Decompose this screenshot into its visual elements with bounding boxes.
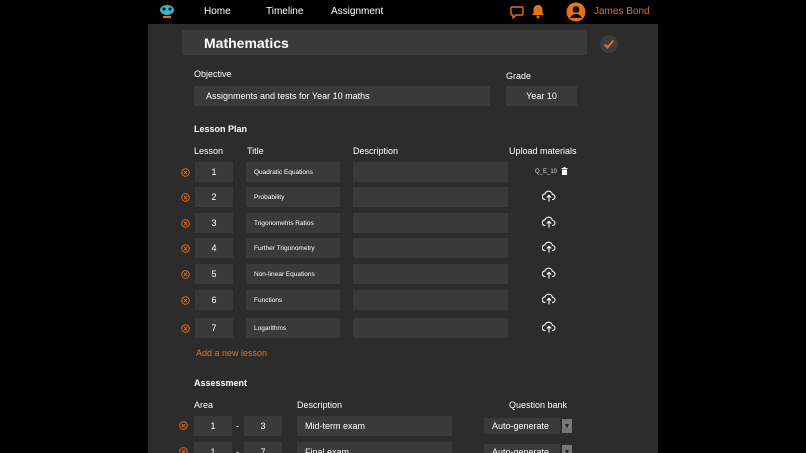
area-to-input[interactable]: 7 <box>244 442 282 453</box>
course-editor-panel: Mathematics Objective Assignments and te… <box>148 24 658 453</box>
upload-icon[interactable] <box>542 190 556 202</box>
remove-lesson-icon[interactable] <box>181 296 190 305</box>
remove-lesson-icon[interactable] <box>181 193 190 202</box>
remove-lesson-icon[interactable] <box>181 324 190 333</box>
lesson-number-input[interactable]: 3 <box>195 213 233 233</box>
remove-lesson-icon[interactable] <box>181 244 190 253</box>
lesson-number-input[interactable]: 6 <box>195 290 233 310</box>
objective-input[interactable]: Assignments and tests for Year 10 maths <box>194 86 490 106</box>
area-from-input[interactable]: 1 <box>194 416 232 436</box>
lesson-description-input[interactable] <box>353 238 508 258</box>
right-margin <box>658 0 806 453</box>
trash-icon[interactable] <box>561 167 568 175</box>
user-name[interactable]: James Bond <box>594 6 650 17</box>
question-bank-select[interactable]: Auto-generate <box>484 418 560 434</box>
col-area: Area <box>194 400 214 410</box>
lesson-description-input[interactable] <box>353 213 508 233</box>
upload-icon[interactable] <box>542 241 556 253</box>
lesson-description-input[interactable] <box>353 162 508 182</box>
top-nav: Home Timeline Assignment James Bond <box>148 0 658 24</box>
lesson-number-input[interactable]: 2 <box>195 187 233 207</box>
col-assessment-description: Description <box>297 400 343 410</box>
lesson-title-input[interactable]: Non-linear Equations <box>246 264 340 284</box>
area-from-input[interactable]: 1 <box>194 442 232 453</box>
area-range-dash: - <box>236 447 239 453</box>
area-to-input[interactable]: 3 <box>244 416 282 436</box>
col-title: Title <box>247 146 264 156</box>
lesson-title-input[interactable]: Logarithms <box>246 318 340 338</box>
avatar-icon[interactable] <box>566 2 586 22</box>
nav-timeline[interactable]: Timeline <box>266 6 303 17</box>
add-lesson-link[interactable]: Add a new lesson <box>196 348 267 358</box>
bell-icon[interactable] <box>531 4 545 19</box>
lesson-number-input[interactable]: 5 <box>195 264 233 284</box>
upload-icon[interactable] <box>542 293 556 305</box>
course-title: Mathematics <box>204 35 289 51</box>
lesson-number-input[interactable]: 4 <box>195 238 233 258</box>
nav-assignment[interactable]: Assignment <box>331 6 383 17</box>
logo-icon[interactable] <box>158 3 176 21</box>
upload-icon[interactable] <box>542 321 556 333</box>
lesson-number-input[interactable]: 7 <box>195 318 233 338</box>
uploaded-file-name[interactable]: Q_E_10 <box>535 169 557 175</box>
col-description: Description <box>353 146 399 156</box>
remove-lesson-icon[interactable] <box>181 219 190 228</box>
lesson-title-input[interactable]: Quadratic Equations <box>246 162 340 182</box>
lesson-plan-heading: Lesson Plan <box>194 124 248 134</box>
left-margin <box>0 24 148 453</box>
question-bank-select[interactable]: Auto-generate <box>484 444 560 453</box>
lesson-number-input[interactable]: 1 <box>195 162 233 182</box>
dropdown-arrow-icon[interactable]: ▼ <box>562 419 572 433</box>
assessment-description-input[interactable]: Mid-term exam <box>297 416 452 436</box>
save-button[interactable] <box>600 35 618 53</box>
nav-home[interactable]: Home <box>204 6 231 17</box>
col-upload: Upload materials <box>509 146 577 156</box>
lesson-title-input[interactable]: Trigonometris Ratios <box>246 213 340 233</box>
grade-input[interactable]: Year 10 <box>506 86 577 106</box>
lesson-description-input[interactable] <box>353 187 508 207</box>
remove-lesson-icon[interactable] <box>181 270 190 279</box>
col-question-bank: Question bank <box>509 400 568 410</box>
check-icon <box>603 39 615 49</box>
upload-icon[interactable] <box>542 216 556 228</box>
area-range-dash: - <box>236 421 239 431</box>
lesson-description-input[interactable] <box>353 318 508 338</box>
lesson-title-input[interactable]: Further Trigonometry <box>246 238 340 258</box>
lesson-title-input[interactable]: Probability <box>246 187 340 207</box>
assessment-heading: Assessment <box>194 378 248 388</box>
assessment-description-input[interactable]: Final exam <box>297 442 452 453</box>
remove-lesson-icon[interactable] <box>181 168 190 177</box>
dropdown-arrow-icon[interactable]: ▼ <box>562 445 572 453</box>
col-lesson: Lesson <box>194 146 224 156</box>
lesson-description-input[interactable] <box>353 264 508 284</box>
lesson-title-input[interactable]: Functions <box>246 290 340 310</box>
chat-icon[interactable] <box>510 5 524 19</box>
remove-assessment-icon[interactable] <box>179 421 188 430</box>
lesson-description-input[interactable] <box>353 290 508 310</box>
upload-icon[interactable] <box>542 267 556 279</box>
remove-assessment-icon[interactable] <box>179 447 188 453</box>
objective-label: Objective <box>194 69 232 79</box>
course-title-field[interactable]: Mathematics <box>182 30 587 55</box>
grade-label: Grade <box>506 71 532 81</box>
